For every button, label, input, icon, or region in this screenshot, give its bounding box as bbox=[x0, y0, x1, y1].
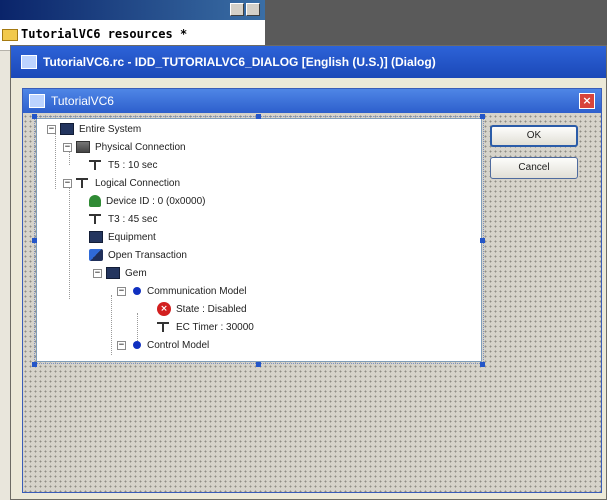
tree-item-label: Logical Connection bbox=[95, 177, 181, 189]
tree-item[interactable]: Equipment bbox=[89, 228, 156, 246]
workspace-title-bar bbox=[0, 0, 265, 20]
ok-button[interactable]: OK bbox=[490, 125, 578, 147]
cancel-button[interactable]: Cancel bbox=[490, 157, 578, 179]
workspace-item-label: TutorialVC6 resources * bbox=[21, 27, 188, 41]
resize-handle[interactable] bbox=[32, 114, 37, 119]
tree-item-label: Open Transaction bbox=[108, 249, 187, 261]
tree-item[interactable]: − Gem bbox=[93, 264, 147, 282]
error-icon: × bbox=[157, 302, 171, 316]
collapse-icon[interactable]: − bbox=[63, 142, 72, 152]
resize-handle[interactable] bbox=[256, 362, 261, 367]
transaction-icon bbox=[89, 249, 103, 261]
connector-icon bbox=[157, 321, 171, 333]
collapse-icon[interactable]: − bbox=[63, 178, 72, 188]
tree-item-label: State : Disabled bbox=[176, 303, 247, 315]
minimize-icon[interactable] bbox=[230, 3, 244, 16]
folder-icon bbox=[2, 28, 18, 41]
dialog-title-bar: TutorialVC6 bbox=[23, 89, 601, 113]
resize-handle[interactable] bbox=[480, 114, 485, 119]
tree-item[interactable]: − Control Model bbox=[117, 336, 209, 354]
tree-line bbox=[111, 295, 112, 355]
tree-item[interactable]: − Physical Connection bbox=[63, 138, 186, 156]
tree-control[interactable]: − Entire System − Physical Connection T5… bbox=[36, 118, 482, 362]
tree-item-label: Device ID : 0 (0x0000) bbox=[106, 195, 206, 207]
resize-handle[interactable] bbox=[480, 238, 485, 243]
tree-item-label: T3 : 45 sec bbox=[108, 213, 158, 225]
connector-icon bbox=[89, 213, 103, 225]
tree-item-label: Equipment bbox=[108, 231, 156, 243]
background-area bbox=[265, 0, 607, 50]
app-icon bbox=[21, 55, 37, 69]
tree-item-label: Communication Model bbox=[147, 285, 247, 297]
computer-icon bbox=[60, 123, 74, 135]
computer-icon bbox=[106, 267, 120, 279]
connector-icon bbox=[76, 177, 90, 189]
tree-item[interactable]: × State : Disabled bbox=[157, 300, 247, 318]
dialog-title: TutorialVC6 bbox=[51, 94, 114, 108]
collapse-icon[interactable]: − bbox=[93, 268, 102, 278]
collapse-icon[interactable]: − bbox=[47, 124, 56, 134]
network-icon bbox=[76, 141, 90, 153]
dot-icon bbox=[133, 341, 141, 349]
tree-line bbox=[69, 187, 70, 299]
tree-line bbox=[55, 133, 56, 189]
resize-handle[interactable] bbox=[480, 362, 485, 367]
computer-icon bbox=[89, 231, 103, 243]
dialog-icon bbox=[29, 94, 45, 108]
tree-item-label: Physical Connection bbox=[95, 141, 186, 153]
close-icon[interactable] bbox=[246, 3, 260, 16]
collapse-icon[interactable]: − bbox=[117, 340, 126, 350]
tree-item[interactable]: − Entire System bbox=[47, 120, 141, 138]
tree-item[interactable]: T3 : 45 sec bbox=[89, 210, 157, 228]
tree-item[interactable]: − Communication Model bbox=[117, 282, 247, 300]
dot-icon bbox=[133, 287, 141, 295]
editor-title: TutorialVC6.rc - IDD_TUTORIALVC6_DIALOG … bbox=[43, 55, 436, 69]
tree-item[interactable]: Open Transaction bbox=[89, 246, 187, 264]
tree-item-label: Entire System bbox=[79, 123, 142, 135]
tree-item-label: T5 : 10 sec bbox=[108, 159, 158, 171]
resize-handle[interactable] bbox=[32, 362, 37, 367]
connector-icon bbox=[89, 159, 103, 171]
tree-item[interactable]: T5 : 10 sec bbox=[89, 156, 157, 174]
dialog-close-button[interactable]: × bbox=[579, 93, 595, 109]
tree-item-label: Control Model bbox=[147, 339, 210, 351]
bell-icon bbox=[89, 195, 101, 207]
resize-handle[interactable] bbox=[32, 238, 37, 243]
tree-item[interactable]: EC Timer : 30000 bbox=[157, 318, 254, 336]
tree-item[interactable]: − Logical Connection bbox=[63, 174, 180, 192]
tree-item-label: Gem bbox=[125, 267, 147, 279]
editor-title-bar: TutorialVC6.rc - IDD_TUTORIALVC6_DIALOG … bbox=[11, 46, 606, 78]
tree-item-label: EC Timer : 30000 bbox=[176, 321, 254, 333]
collapse-icon[interactable]: − bbox=[117, 286, 126, 296]
workspace-resources-item[interactable]: TutorialVC6 resources * bbox=[2, 27, 187, 41]
tree-item[interactable]: Device ID : 0 (0x0000) bbox=[89, 192, 206, 210]
resize-handle[interactable] bbox=[256, 114, 261, 119]
